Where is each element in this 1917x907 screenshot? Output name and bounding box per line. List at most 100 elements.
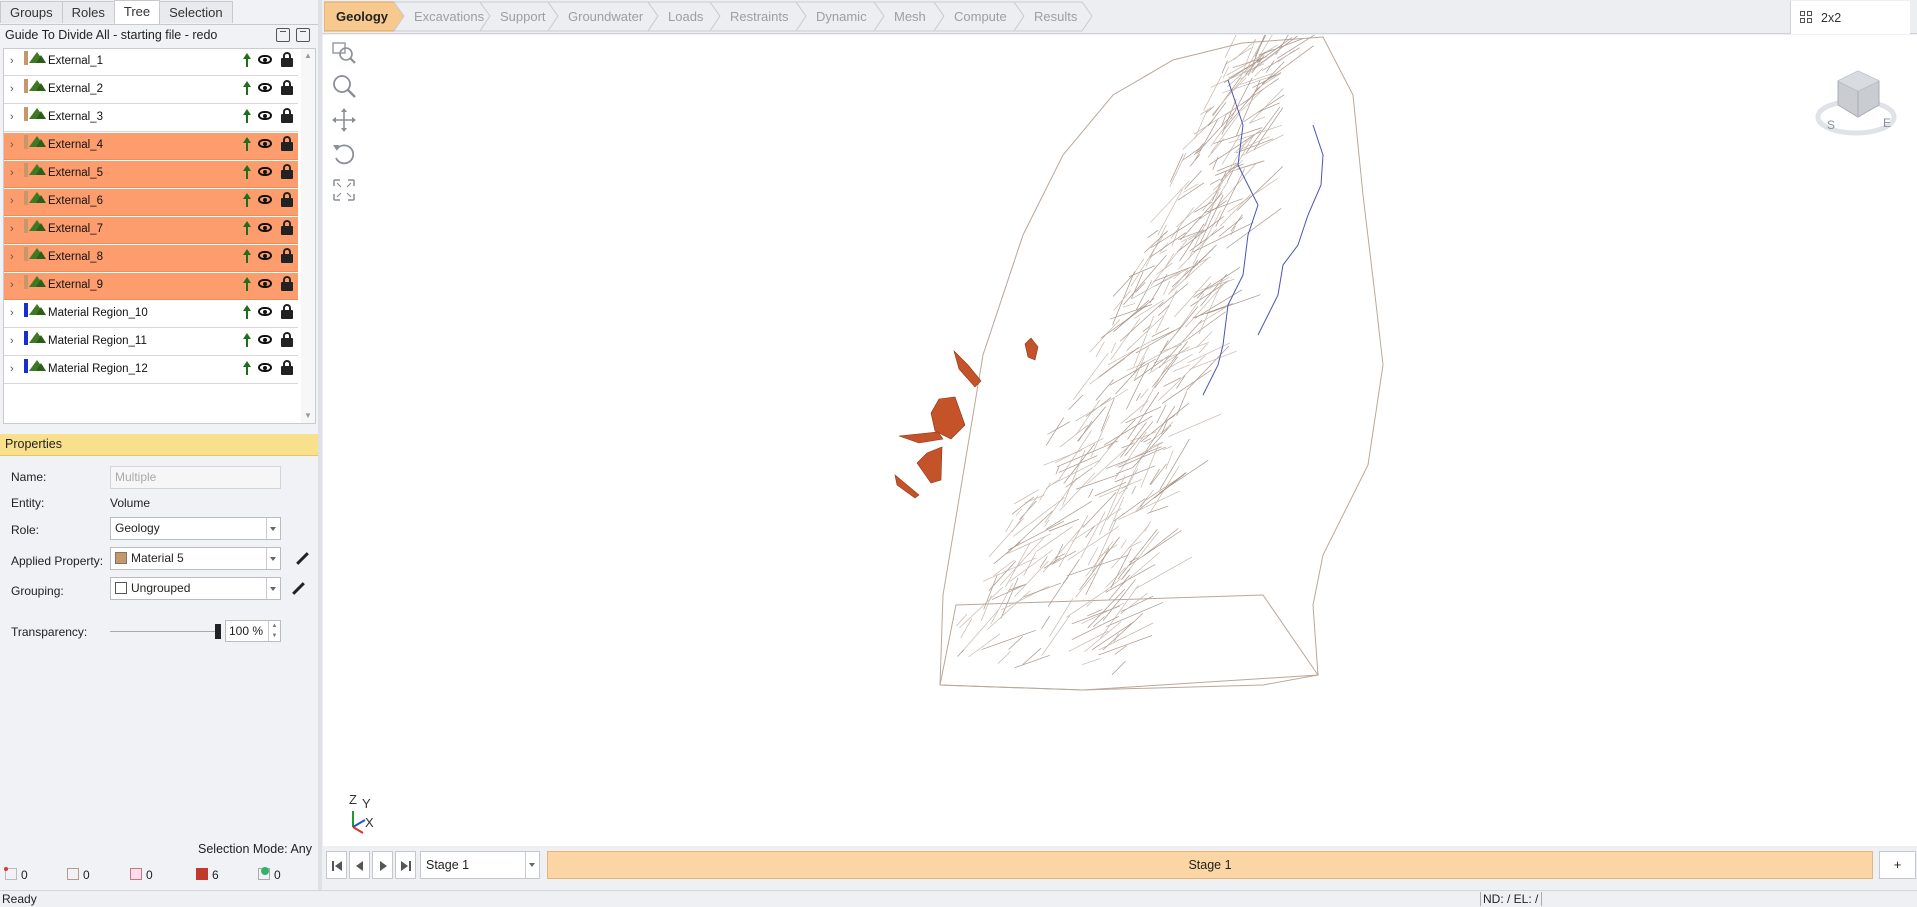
geology-model[interactable] [323,35,1917,846]
last-stage-button[interactable] [395,851,416,879]
eye-icon[interactable] [258,335,272,344]
tree-item[interactable]: › External_4 [4,133,298,160]
chevron-right-icon[interactable]: › [10,55,14,67]
tree-item[interactable]: › External_6 [4,189,298,216]
add-stage-button[interactable]: + [1879,851,1916,879]
tab-groundwater[interactable]: Groundwater [548,1,660,32]
stage-select[interactable]: Stage 1 [420,851,540,879]
collapse-all-icon[interactable] [296,28,310,42]
eye-icon[interactable] [258,363,272,372]
arrow-up-icon[interactable] [243,277,251,291]
arrow-up-icon[interactable] [243,361,251,375]
chevron-right-icon[interactable]: › [10,279,14,291]
chevron-right-icon[interactable]: › [10,111,14,123]
arrow-up-icon[interactable] [243,333,251,347]
transparency-input[interactable]: 100 % ▲ ▼ [225,620,281,642]
tree-item[interactable]: › Material Region_10 [4,301,298,328]
chevron-right-icon[interactable]: › [10,167,14,179]
spin-down-icon[interactable]: ▼ [268,631,280,641]
eye-icon[interactable] [258,139,272,148]
tab-dynamic[interactable]: Dynamic [796,1,886,32]
tree-item[interactable]: › External_2 [4,77,298,104]
current-stage-tab[interactable]: Stage 1 [547,851,1873,879]
eye-icon[interactable] [258,195,272,204]
scroll-up-icon[interactable]: ▲ [304,51,312,60]
chevron-down-icon[interactable] [525,852,539,878]
eye-icon[interactable] [258,223,272,232]
applied-property-select[interactable]: Material 5 [110,547,281,570]
tree-item[interactable]: › External_8 [4,245,298,272]
arrow-up-icon[interactable] [243,109,251,123]
tree-item[interactable]: › Material Region_11 [4,329,298,356]
eye-icon[interactable] [258,307,272,316]
lock-icon[interactable] [281,192,293,207]
chevron-right-icon[interactable]: › [10,307,14,319]
lock-icon[interactable] [281,164,293,179]
role-select[interactable]: Geology [110,517,281,540]
arrow-up-icon[interactable] [243,221,251,235]
view-cube[interactable]: S E [1813,53,1901,143]
next-stage-button[interactable] [372,851,393,879]
grouping-select[interactable]: Ungrouped [110,577,281,600]
arrow-up-icon[interactable] [243,305,251,319]
tab-roles[interactable]: Roles [61,1,115,23]
tree-item[interactable]: › External_1 [4,49,298,76]
spin-up-icon[interactable]: ▲ [268,621,280,631]
arrow-up-icon[interactable] [243,165,251,179]
tab-results[interactable]: Results [1014,1,1094,32]
tree-item[interactable]: › External_9 [4,273,298,300]
chevron-down-icon[interactable] [266,578,280,599]
chevron-down-icon[interactable] [266,548,280,569]
lock-icon[interactable] [281,360,293,375]
lock-icon[interactable] [281,136,293,151]
tab-selection[interactable]: Selection [159,1,233,23]
lock-icon[interactable] [281,220,293,235]
tab-groups[interactable]: Groups [0,1,63,23]
chevron-down-icon[interactable] [266,518,280,539]
chevron-right-icon[interactable]: › [10,83,14,95]
lock-icon[interactable] [281,108,293,123]
chevron-right-icon[interactable]: › [10,363,14,375]
edit-grouping-icon[interactable] [291,582,305,596]
panel-splitter[interactable] [318,0,322,890]
tree-scrollbar[interactable]: ▲ ▼ [301,49,315,423]
name-field[interactable]: Multiple [110,466,281,489]
arrow-up-icon[interactable] [243,137,251,151]
eye-icon[interactable] [258,55,272,64]
tree-item[interactable]: › External_7 [4,217,298,244]
arrow-up-icon[interactable] [243,249,251,263]
edit-property-icon[interactable] [295,552,309,566]
tree-item[interactable]: › External_5 [4,161,298,188]
scroll-down-icon[interactable]: ▼ [304,411,312,420]
layout-button[interactable]: 2x2 [1790,1,1910,34]
lock-icon[interactable] [281,332,293,347]
previous-stage-button[interactable] [349,851,370,879]
tree-item[interactable]: › Material Region_12 [4,357,298,384]
tree-item[interactable]: › External_3 [4,105,298,132]
tab-tree[interactable]: Tree [113,0,161,24]
eye-icon[interactable] [258,83,272,92]
eye-icon[interactable] [258,279,272,288]
lock-icon[interactable] [281,80,293,95]
chevron-right-icon[interactable]: › [10,195,14,207]
tab-compute[interactable]: Compute [934,1,1026,32]
transparency-slider-thumb[interactable] [215,624,221,639]
3d-viewport[interactable]: S E Z Y X [323,35,1917,846]
lock-icon[interactable] [281,276,293,291]
transparency-slider[interactable] [110,631,218,632]
expand-all-icon[interactable] [276,28,290,42]
arrow-up-icon[interactable] [243,193,251,207]
lock-icon[interactable] [281,248,293,263]
chevron-right-icon[interactable]: › [10,335,14,347]
tab-restraints[interactable]: Restraints [710,1,808,32]
lock-icon[interactable] [281,304,293,319]
eye-icon[interactable] [258,251,272,260]
chevron-right-icon[interactable]: › [10,223,14,235]
lock-icon[interactable] [281,52,293,67]
tab-excavations[interactable]: Excavations [394,1,492,32]
arrow-up-icon[interactable] [243,81,251,95]
first-stage-button[interactable] [326,851,347,879]
arrow-up-icon[interactable] [243,53,251,67]
chevron-right-icon[interactable]: › [10,251,14,263]
chevron-right-icon[interactable]: › [10,139,14,151]
